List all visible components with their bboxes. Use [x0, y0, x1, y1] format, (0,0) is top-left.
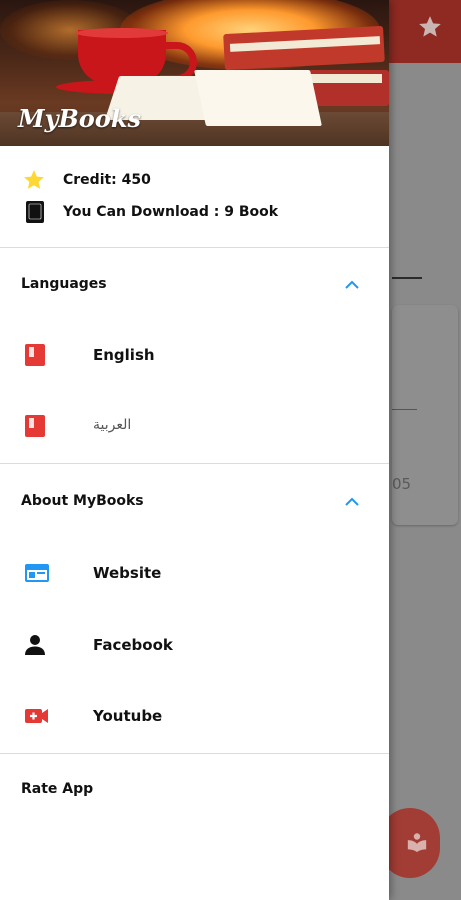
web-icon — [25, 564, 49, 582]
chevron-up-icon[interactable] — [344, 496, 360, 506]
language-label: العربية — [93, 417, 132, 433]
credit-row: Credit: 450 — [0, 168, 389, 194]
navigation-drawer: MyBooks Credit: 450 You Can Download : 9… — [0, 0, 389, 900]
language-item-english[interactable]: English — [0, 330, 389, 380]
download-row: You Can Download : 9 Book — [0, 200, 389, 226]
download-label: You Can Download : 9 Book — [63, 204, 279, 220]
rate-app-label: Rate App — [21, 781, 94, 797]
about-item-website[interactable]: Website — [0, 548, 389, 598]
about-section-header[interactable]: About MyBooks — [0, 479, 389, 523]
credit-label: Credit: 450 — [63, 172, 151, 188]
chevron-up-icon[interactable] — [344, 279, 360, 289]
drawer-header-image: MyBooks — [0, 0, 389, 146]
language-label: English — [93, 346, 155, 364]
read-book-icon — [407, 833, 427, 853]
divider — [0, 463, 389, 464]
about-item-youtube[interactable]: Youtube — [0, 691, 389, 741]
language-item-arabic[interactable]: العربية — [0, 401, 389, 451]
rate-app-item[interactable]: Rate App — [0, 770, 389, 810]
divider — [0, 247, 389, 248]
app-logo: MyBooks — [18, 104, 141, 133]
star-icon — [24, 170, 44, 189]
divider — [0, 753, 389, 754]
bg-divider — [392, 277, 422, 279]
read-fab-button[interactable] — [380, 808, 440, 878]
bg-partial-number: 05 — [392, 475, 412, 493]
star-icon[interactable] — [417, 14, 443, 40]
about-title: About MyBooks — [21, 493, 144, 509]
video-icon — [25, 709, 48, 723]
book-icon — [25, 344, 45, 366]
languages-section-header[interactable]: Languages — [0, 262, 389, 306]
about-item-facebook[interactable]: Facebook — [0, 620, 389, 670]
languages-title: Languages — [21, 276, 107, 292]
book-icon — [25, 415, 45, 437]
facebook-label: Facebook — [93, 636, 173, 654]
youtube-label: Youtube — [93, 707, 163, 725]
book-icon — [26, 201, 44, 223]
person-icon — [25, 635, 45, 655]
website-label: Website — [93, 564, 162, 582]
bg-divider — [392, 409, 417, 410]
